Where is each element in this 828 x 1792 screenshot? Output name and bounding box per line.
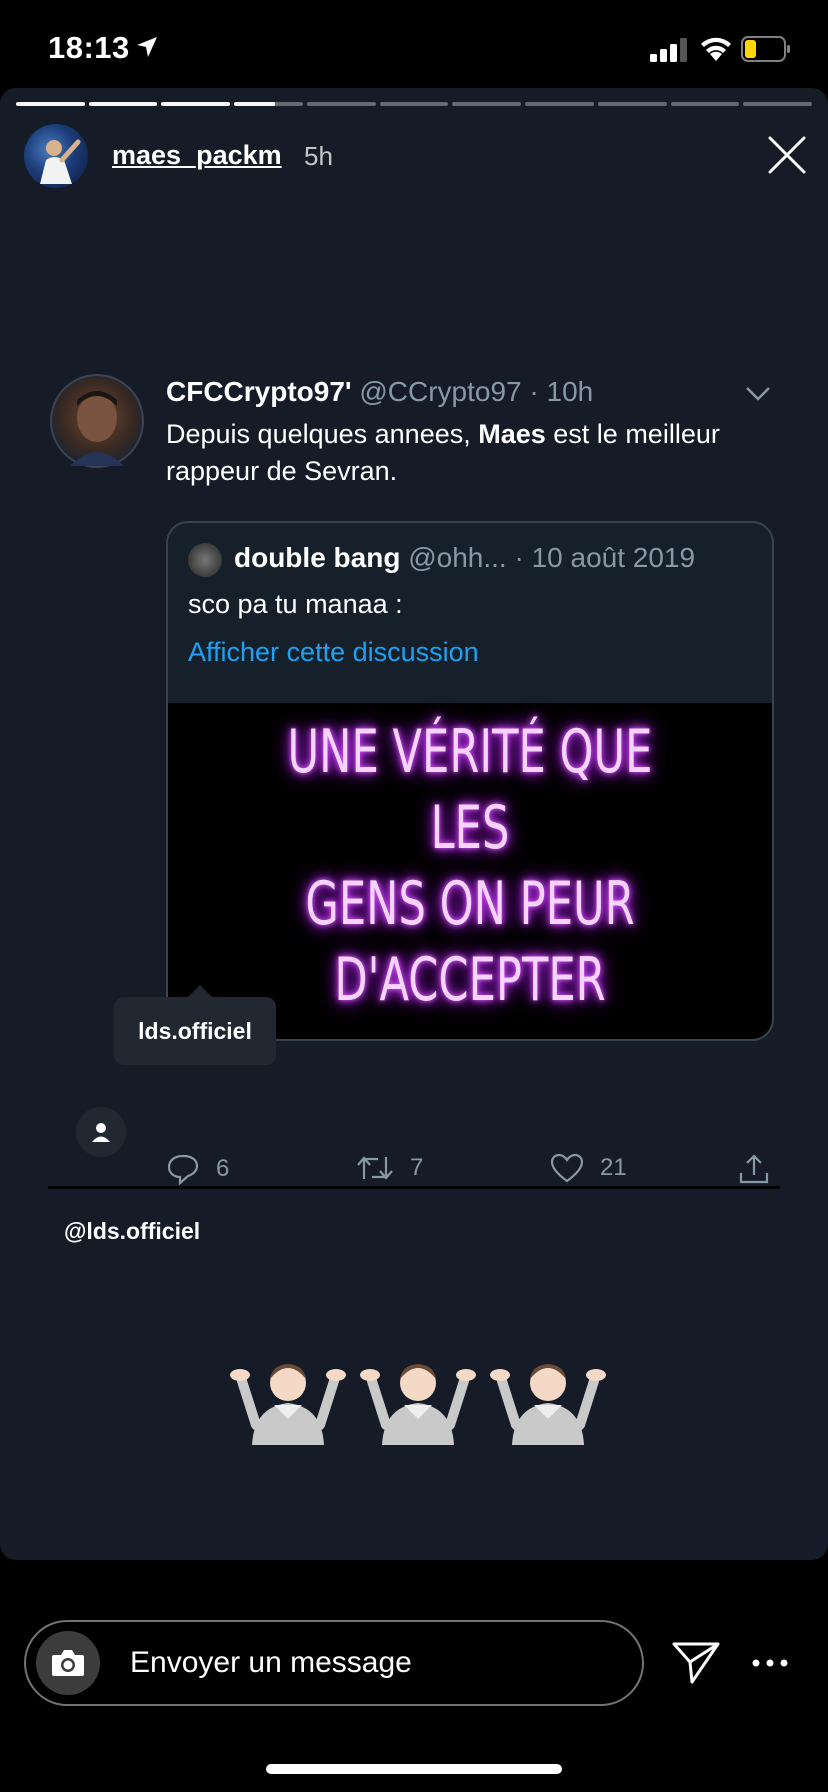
quoted-author-avatar	[188, 543, 222, 577]
tweet-card: CFCCrypto97' @CCrypto97 · 10h Depuis que…	[48, 353, 780, 1041]
close-icon[interactable]	[766, 134, 808, 176]
quoted-text: sco pa tu manaa :	[188, 589, 403, 619]
progress-segment	[597, 102, 667, 106]
user-tag-bubble[interactable]: lds.officiel	[114, 985, 276, 1065]
shrug-emoji-icon	[490, 1364, 606, 1445]
progress-segment	[743, 102, 813, 106]
chevron-down-icon	[746, 387, 770, 401]
status-bar: 18:13	[0, 0, 828, 90]
reply-count: 6	[216, 1155, 230, 1182]
location-arrow-icon	[137, 37, 157, 57]
quoted-image: UNE VÉRITÉ QUE LES GENS ON PEUR D'ACCEPT…	[168, 703, 772, 1039]
quoted-author-handle: @ohh...	[408, 542, 507, 573]
quoted-date: · 10 août 2019	[514, 542, 696, 573]
mention-text[interactable]: @lds.officiel	[64, 1218, 200, 1245]
quoted-tweet: double bang @ohh... · 10 août 2019 sco p…	[166, 521, 774, 1041]
message-placeholder: Envoyer un message	[130, 1646, 412, 1679]
battery-icon	[741, 36, 790, 62]
shrug-emoji-icon	[360, 1364, 476, 1445]
avatar-image	[40, 139, 81, 184]
story-screen: 18:13 maes_packm 5h CFCCrypto97' @CCrypt…	[0, 0, 828, 1792]
retweet-action: 7	[356, 1153, 423, 1183]
user-tags-button[interactable]	[76, 1107, 126, 1157]
tweet-separator: ·	[529, 376, 539, 407]
person-icon	[92, 1123, 110, 1142]
story-progress-bars	[16, 102, 813, 106]
progress-segment	[88, 102, 158, 106]
progress-segment-current	[234, 102, 303, 106]
tweet-author-name: CFCCrypto97'	[166, 376, 352, 407]
message-input[interactable]: Envoyer un message	[24, 1620, 644, 1706]
progress-segment	[161, 102, 231, 106]
camera-icon	[52, 1650, 84, 1676]
progress-segment	[16, 102, 85, 106]
like-action: 21	[550, 1153, 627, 1183]
progress-segment	[452, 102, 522, 106]
reply-icon	[167, 1154, 199, 1185]
tweet-header: CFCCrypto97' @CCrypto97 · 10h	[166, 376, 593, 408]
send-icon[interactable]	[672, 1642, 720, 1684]
quoted-header: double bang @ohh... · 10 août 2019	[234, 542, 695, 574]
neon-text-line: GENS ON PEUR	[305, 869, 635, 939]
wifi-icon	[701, 37, 731, 61]
tweet-author-handle: @CCrypto97	[359, 376, 522, 407]
retweet-count: 7	[410, 1154, 424, 1181]
tweet-text-part: Depuis quelques annees,	[166, 419, 479, 449]
story-username[interactable]: maes_packm	[112, 140, 282, 171]
home-indicator[interactable]	[266, 1764, 562, 1774]
tweet-divider	[48, 1186, 780, 1189]
tweet-actions: 6 7 21	[166, 1153, 786, 1189]
tweet-author-avatar	[50, 374, 144, 468]
neon-text-block: UNE VÉRITÉ QUE LES GENS ON PEUR D'ACCEPT…	[253, 714, 688, 1018]
share-action	[738, 1153, 770, 1185]
like-count: 21	[600, 1154, 627, 1181]
retweet-icon	[357, 1156, 393, 1180]
tweet-time: 10h	[546, 376, 594, 407]
neon-text-line: D'ACCEPTER	[334, 945, 606, 1015]
shrug-emoji-row	[230, 1347, 610, 1447]
progress-segment	[306, 102, 376, 106]
tweet-text: Depuis quelques annees, Maes est le meil…	[166, 416, 726, 490]
quoted-author-name: double bang	[234, 542, 401, 573]
heart-icon	[550, 1153, 584, 1183]
progress-segment	[525, 102, 594, 106]
camera-button[interactable]	[36, 1631, 100, 1695]
story-time-ago: 5h	[304, 141, 333, 171]
shrug-emoji-icon	[230, 1364, 346, 1445]
signal-icon	[650, 38, 687, 62]
progress-segment	[379, 102, 449, 106]
neon-text-line: UNE VÉRITÉ QUE LES	[287, 717, 653, 863]
tweet-text-bold: Maes	[478, 419, 546, 449]
progress-segment	[670, 102, 740, 106]
share-icon	[739, 1154, 769, 1184]
avatar-image	[70, 391, 124, 466]
reply-action: 6	[166, 1153, 229, 1185]
status-time: 18:13	[48, 30, 130, 65]
story-author-avatar[interactable]	[24, 124, 88, 188]
show-thread-link: Afficher cette discussion	[188, 637, 479, 667]
more-options-icon[interactable]	[750, 1655, 790, 1671]
